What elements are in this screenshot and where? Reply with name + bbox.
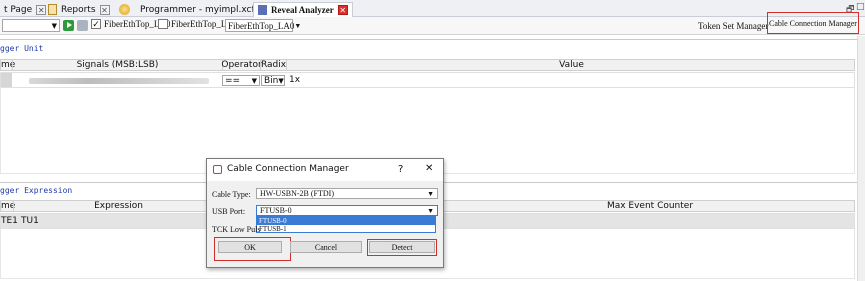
close-icon[interactable]: ✕ <box>99 4 110 15</box>
usb-port-label: USB Port: <box>212 207 246 216</box>
usb-port-option[interactable]: FTUSB-0 <box>257 217 435 225</box>
tab-reports[interactable]: Reports ✕ <box>44 2 114 17</box>
core-select-value: FiberEthTop_LA0 <box>228 20 295 31</box>
usb-port-value: FTUSB-0 <box>260 206 292 215</box>
chevron-down-icon: ▼ <box>51 21 57 30</box>
expression-cell[interactable]: TU1 <box>21 214 39 228</box>
report-icon <box>48 4 57 15</box>
radix-select[interactable]: Bin ▼ <box>261 75 285 86</box>
tab-start-page[interactable]: t Page ✕ <box>0 2 50 17</box>
programmer-icon <box>119 4 130 15</box>
col-signals: Signals (MSB:LSB) <box>12 60 222 70</box>
close-icon[interactable]: ✕ <box>425 163 433 174</box>
cable-type-value: HW-USBN-2B (FTDI) <box>260 189 334 198</box>
value-cell[interactable]: 1x <box>289 73 300 87</box>
close-icon[interactable]: ✕ <box>337 5 348 15</box>
trigger-unit-header: me Signals (MSB:LSB) Operator Radix Valu… <box>0 59 855 71</box>
token-set-manager-button[interactable]: Token Set Manager <box>698 21 768 31</box>
expression-name-cell: TE1 <box>1 216 18 226</box>
ok-label: OK <box>244 242 256 252</box>
maximize-icon[interactable]: □ <box>856 2 865 12</box>
reveal-analyzer-icon <box>258 5 267 15</box>
help-icon[interactable]: ? <box>398 164 403 175</box>
tab-label: Programmer - myimpl.xcf * <box>140 4 263 15</box>
tab-label: Reveal Analyzer <box>271 5 334 15</box>
vertical-scrollbar[interactable] <box>857 36 865 281</box>
cable-type-select[interactable]: HW-USBN-2B (FTDI) ▼ <box>256 188 438 199</box>
cancel-label: Cancel <box>314 242 338 252</box>
stop-icon[interactable] <box>77 20 88 31</box>
divider <box>0 39 865 40</box>
usb-port-dropdown: FTUSB-0 FTUSB-1 <box>256 216 436 233</box>
tab-reveal-analyzer[interactable]: Reveal Analyzer ✕ <box>253 2 353 17</box>
cable-connection-manager-label: Cable Connection Manager <box>769 18 857 28</box>
core-select[interactable]: FiberEthTop_LA0 ▼ <box>225 19 301 32</box>
app-icon <box>213 165 222 174</box>
run-icon[interactable] <box>63 20 74 31</box>
cancel-button[interactable]: Cancel <box>290 241 362 253</box>
signals-value-redacted <box>29 78 209 84</box>
detect-button[interactable]: Detect <box>369 241 435 253</box>
chevron-down-icon: ▼ <box>251 76 257 85</box>
operator-select[interactable]: == ▼ <box>222 75 260 86</box>
usb-port-option[interactable]: FTUSB-1 <box>257 225 435 233</box>
chevron-down-icon: ▼ <box>294 21 302 30</box>
trigger-unit-title: gger Unit <box>0 44 44 53</box>
usb-port-select[interactable]: FTUSB-0 ▼ <box>256 205 438 216</box>
editor-tab-strip: t Page ✕ Reports ✕ Programmer - myimpl.x… <box>0 0 865 17</box>
tab-label: Reports <box>61 4 96 15</box>
cable-connection-manager-button[interactable]: Cable Connection Manager <box>767 12 859 34</box>
ok-button[interactable]: OK <box>218 241 282 253</box>
dialog-title: Cable Connection Manager <box>227 164 349 174</box>
row-name-cell <box>1 73 12 87</box>
col-value: Value <box>286 60 856 70</box>
chevron-down-icon: ▼ <box>278 76 284 85</box>
chevron-down-icon: ▼ <box>427 189 434 198</box>
operator-value: == <box>225 75 241 86</box>
analyzer-toolbar: ▼ ✓ FiberEthTop_LA0 FiberEthTop_LA1 Fibe… <box>0 12 865 35</box>
trigger-unit-row[interactable]: == ▼ Bin ▼ 1x <box>0 72 855 88</box>
la1-checkbox[interactable] <box>158 19 168 29</box>
radix-value: Bin <box>264 75 279 86</box>
token-set-manager-label: Token Set Manager <box>698 21 769 31</box>
col-expression: Expression <box>13 201 223 211</box>
detect-label: Detect <box>391 242 413 252</box>
cable-connection-manager-dialog: Cable Connection Manager ? ✕ Cable Type:… <box>206 158 444 268</box>
tck-low-pulse-label: TCK Low Puls <box>212 225 261 234</box>
cable-type-label: Cable Type: <box>212 190 251 199</box>
toolbar-combo[interactable]: ▼ <box>2 19 60 32</box>
col-operator: Operator <box>221 60 262 70</box>
chevron-down-icon: ▼ <box>427 206 434 215</box>
col-radix: Radix <box>260 60 287 70</box>
col-max-event-counter: Max Event Counter <box>606 201 694 211</box>
tab-label: t Page <box>4 4 33 15</box>
la0-checkbox[interactable]: ✓ <box>91 19 101 29</box>
dialog-title-bar[interactable]: Cable Connection Manager ? ✕ <box>207 159 443 181</box>
trigger-expression-title: gger Expression <box>0 186 73 195</box>
